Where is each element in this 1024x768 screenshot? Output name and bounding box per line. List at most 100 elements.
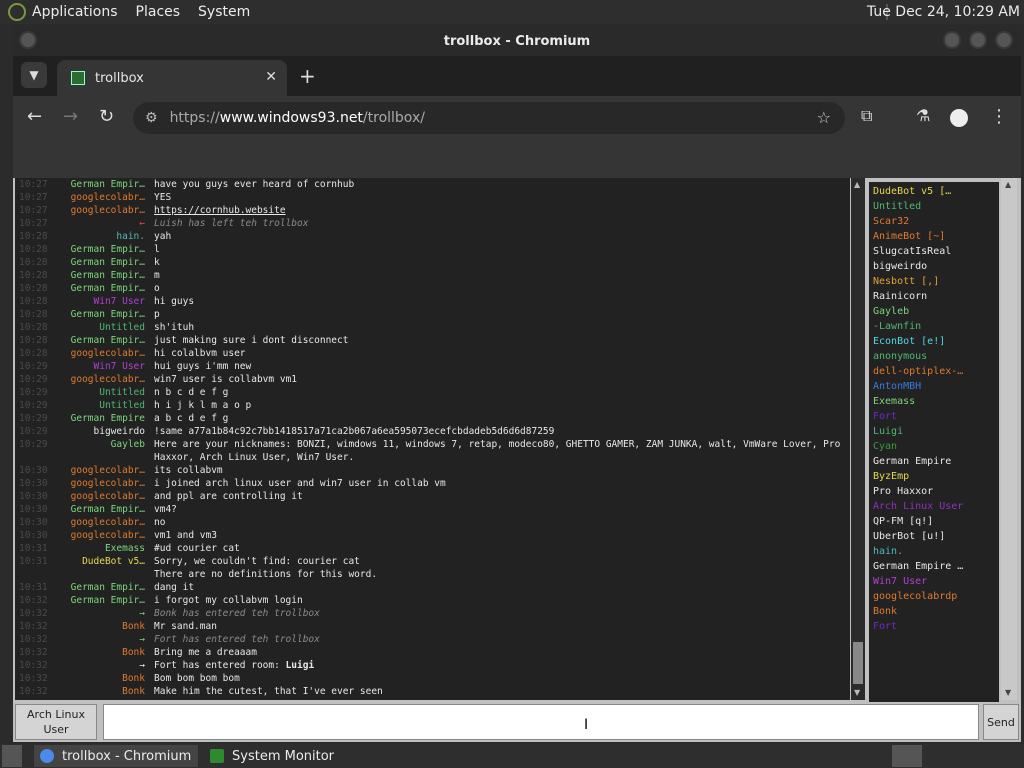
message-nick[interactable]: googlecolabr… — [57, 477, 154, 490]
message-nick[interactable]: → — [57, 607, 154, 620]
message-input[interactable]: I — [103, 704, 979, 740]
message-nick[interactable]: googlecolabr… — [57, 490, 154, 503]
tab-close-icon[interactable]: ✕ — [265, 69, 277, 85]
bookmark-star-icon[interactable]: ☆ — [817, 108, 831, 127]
user-list-item[interactable]: -Lawnfin — [869, 319, 999, 334]
user-list-item[interactable]: Pro Haxxor — [869, 484, 999, 499]
message-nick[interactable]: German Empir… — [57, 178, 154, 191]
address-bar[interactable]: ⚙ https:// www.windows93.net /trollbox/ … — [133, 102, 845, 134]
scroll-up-icon[interactable]: ▲ — [854, 180, 860, 189]
message-nick[interactable]: German Empire — [57, 412, 154, 425]
user-list-item[interactable]: Bonk — [869, 604, 999, 619]
scroll-down-icon[interactable]: ▼ — [854, 688, 860, 697]
profile-avatar-icon[interactable] — [950, 109, 968, 127]
window-titlebar[interactable]: trollbox - Chromium — [13, 26, 1021, 56]
reload-icon[interactable]: ↻ — [99, 106, 114, 127]
message-nick[interactable]: Exemass — [57, 542, 154, 555]
new-tab-button[interactable]: + — [299, 64, 316, 88]
message-nick[interactable]: Untitled — [57, 321, 154, 334]
user-list-item[interactable]: anonymous — [869, 349, 999, 364]
message-nick[interactable]: German Empir… — [57, 243, 154, 256]
user-list-item[interactable]: Untitled — [869, 199, 999, 214]
user-list-item[interactable]: Luigi — [869, 424, 999, 439]
message-nick[interactable]: DudeBot v5… — [57, 555, 154, 581]
message-nick[interactable]: bigweirdo — [57, 425, 154, 438]
send-button[interactable]: Send — [983, 704, 1019, 740]
message-nick[interactable]: Gayleb — [57, 438, 154, 464]
back-arrow-icon[interactable]: ← — [27, 106, 42, 127]
user-list-item[interactable]: Arch Linux User — [869, 499, 999, 514]
message-nick[interactable]: Bonk — [57, 620, 154, 633]
user-list-item[interactable]: ByzEmp — [869, 469, 999, 484]
user-list-item[interactable]: bigweirdo — [869, 259, 999, 274]
message-nick[interactable]: German Empir… — [57, 503, 154, 516]
user-list-item[interactable]: Fort — [869, 409, 999, 424]
message-nick[interactable]: Untitled — [57, 399, 154, 412]
user-list-item[interactable]: dell-optiplex-… — [869, 364, 999, 379]
workspace-switcher[interactable] — [892, 745, 922, 767]
labs-flask-icon[interactable]: ⚗ — [916, 106, 930, 125]
nickname-button[interactable]: Arch Linux User — [15, 704, 97, 740]
message-nick[interactable]: German Empir… — [57, 594, 154, 607]
user-list-item[interactable]: UberBot [u!] — [869, 529, 999, 544]
user-list-item[interactable]: googlecolabrdp — [869, 589, 999, 604]
distro-logo-icon[interactable] — [8, 3, 26, 21]
message-nick[interactable]: googlecolabr… — [57, 347, 154, 360]
message-nick[interactable]: → — [57, 659, 154, 672]
tab-search-button[interactable]: ▼ — [21, 62, 47, 88]
tab-trollbox[interactable]: trollbox ✕ — [57, 60, 287, 96]
menu-places[interactable]: Places — [136, 4, 181, 20]
user-list-item[interactable]: German Empire — [869, 454, 999, 469]
message-nick[interactable]: googlecolabr… — [57, 191, 154, 204]
close-window-button[interactable] — [995, 31, 1013, 49]
message-nick[interactable]: Win7 User — [57, 295, 154, 308]
message-nick[interactable]: German Empir… — [57, 269, 154, 282]
clock[interactable]: Tue Dec 24, 10:29 AM — [867, 4, 1020, 20]
show-desktop-button[interactable] — [2, 745, 22, 767]
user-list-item[interactable]: Gayleb — [869, 304, 999, 319]
user-list-item[interactable]: Win7 User — [869, 574, 999, 589]
chat-scrollbar[interactable]: ▲ ▼ — [851, 178, 865, 700]
minimize-button[interactable] — [943, 31, 961, 49]
scroll-down-icon[interactable]: ▼ — [1005, 688, 1011, 697]
user-list-item[interactable]: Nesbott [,] — [869, 274, 999, 289]
message-nick[interactable]: German Empir… — [57, 308, 154, 321]
user-list-scrollbar[interactable]: ▲ ▼ — [1001, 178, 1017, 700]
message-text[interactable]: https://cornhub.website — [154, 204, 850, 217]
user-list-item[interactable]: AnimeBot [~] — [869, 229, 999, 244]
scroll-thumb[interactable] — [853, 642, 863, 684]
site-info-icon[interactable]: ⚙ — [145, 110, 158, 126]
user-list-item[interactable]: EconBot [e!] — [869, 334, 999, 349]
message-nick[interactable]: googlecolabr… — [57, 373, 154, 386]
extensions-icon[interactable]: ⧉ — [861, 106, 872, 126]
user-list-item[interactable]: German Empire … — [869, 559, 999, 574]
user-list-item[interactable]: AntonMBH — [869, 379, 999, 394]
message-nick[interactable]: German Empir… — [57, 282, 154, 295]
message-nick[interactable]: Bonk — [57, 685, 154, 698]
user-list-item[interactable]: Rainicorn — [869, 289, 999, 304]
message-nick[interactable]: googlecolabr… — [57, 204, 154, 217]
user-list-item[interactable]: Cyan — [869, 439, 999, 454]
user-list-item[interactable]: DudeBot v5 [… — [869, 184, 999, 199]
message-nick[interactable]: googlecolabr… — [57, 529, 154, 542]
user-list-item[interactable]: SlugcatIsReal — [869, 244, 999, 259]
menu-applications[interactable]: Applications — [32, 4, 118, 20]
user-list-item[interactable]: Exemass — [869, 394, 999, 409]
window-menu-button[interactable] — [19, 31, 37, 49]
user-list-item[interactable]: Fort — [869, 619, 999, 634]
taskbar-item-chromium[interactable]: trollbox - Chromium — [34, 745, 198, 767]
message-nick[interactable]: Win7 User — [57, 360, 154, 373]
user-list-item[interactable]: Scar32 — [869, 214, 999, 229]
message-nick[interactable]: Bonk — [57, 672, 154, 685]
message-nick[interactable]: → — [57, 633, 154, 646]
message-nick[interactable]: German Empir… — [57, 334, 154, 347]
chat-log[interactable]: 10:27 German Empir… have you guys ever hea… — [15, 178, 850, 700]
user-list-item[interactable]: hain. — [869, 544, 999, 559]
user-list-item[interactable]: QP-FM [q!] — [869, 514, 999, 529]
message-nick[interactable]: hain. — [57, 230, 154, 243]
message-nick[interactable]: googlecolabr… — [57, 464, 154, 477]
message-nick[interactable]: German Empir… — [57, 581, 154, 594]
message-nick[interactable]: Bonk — [57, 646, 154, 659]
scroll-up-icon[interactable]: ▲ — [1005, 180, 1011, 189]
message-nick[interactable]: German Empir… — [57, 256, 154, 269]
